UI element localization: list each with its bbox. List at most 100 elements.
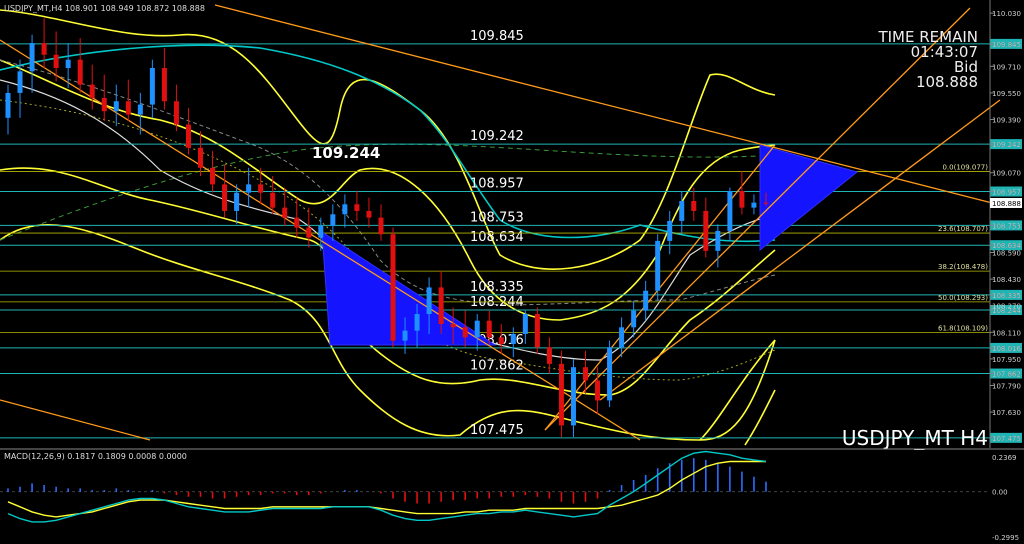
candle-body-47[interactable] <box>570 367 576 426</box>
fib-label-0: 0.0(109.077) <box>942 164 988 172</box>
candle-body-51[interactable] <box>619 327 625 348</box>
candle-body-41[interactable] <box>498 337 504 344</box>
candle-body-48[interactable] <box>583 367 588 381</box>
candle-body-20[interactable] <box>246 184 252 193</box>
candle-body-39[interactable] <box>474 320 480 338</box>
candle-body-18[interactable] <box>222 184 228 211</box>
candle-body-49[interactable] <box>595 380 601 401</box>
candle-body-6[interactable] <box>77 59 83 85</box>
candle-body-52[interactable] <box>631 310 637 328</box>
candle-body-30[interactable] <box>366 210 372 218</box>
candle-body-5[interactable] <box>65 59 71 68</box>
candle-body-43[interactable] <box>522 314 528 334</box>
price-tick-label-2: 109.710 <box>992 63 1021 71</box>
candle-body-22[interactable] <box>270 192 276 208</box>
fib-label-4: 61.8(108.109) <box>938 324 988 332</box>
candle-body-16[interactable] <box>198 147 203 168</box>
candle-body-54[interactable] <box>655 240 661 291</box>
candle-body-19[interactable] <box>234 192 240 211</box>
candle-body-40[interactable] <box>486 320 492 338</box>
candle-body-23[interactable] <box>282 207 288 218</box>
candle-body-36[interactable] <box>438 287 444 324</box>
price-tick-label-20: 107.790 <box>992 382 1021 390</box>
level-label-9: 107.475 <box>470 423 524 438</box>
price-tick-label-11: 108.634 <box>992 242 1021 250</box>
candle-body-55[interactable] <box>667 220 673 241</box>
candle-body-14[interactable] <box>173 101 179 125</box>
candle-body-21[interactable] <box>258 184 264 193</box>
candle-body-63[interactable] <box>763 202 769 204</box>
level-label-5: 108.335 <box>470 280 524 295</box>
candle-body-7[interactable] <box>89 84 95 98</box>
candle-body-46[interactable] <box>558 363 564 426</box>
candle-body-27[interactable] <box>330 214 336 226</box>
candle-body-58[interactable] <box>703 210 709 251</box>
candle-body-61[interactable] <box>739 191 745 208</box>
candle-body-26[interactable] <box>318 225 324 238</box>
candle-body-13[interactable] <box>161 67 167 102</box>
level-label-0: 109.845 <box>470 29 524 44</box>
candle-body-17[interactable] <box>210 167 216 185</box>
level-label-1: 109.242 <box>470 129 524 144</box>
candle-body-15[interactable] <box>185 124 191 148</box>
candle-body-12[interactable] <box>149 67 155 105</box>
candle-body-50[interactable] <box>607 347 613 401</box>
candle-body-38[interactable] <box>462 327 468 338</box>
level-label-2: 108.957 <box>470 177 524 192</box>
candle-body-10[interactable] <box>125 101 131 115</box>
candle-body-33[interactable] <box>402 330 408 341</box>
candle-body-57[interactable] <box>691 200 697 211</box>
price-tick-label-7: 108.957 <box>992 189 1021 197</box>
candle-body-60[interactable] <box>727 191 733 231</box>
price-tick-label-21: 107.630 <box>992 409 1021 417</box>
symbol-header: USDJPY_MT,H4 108.901 108.949 108.872 108… <box>4 4 205 13</box>
candle-body-56[interactable] <box>679 200 685 221</box>
fib-label-3: 50.0(108.293) <box>938 294 988 302</box>
candle-body-2[interactable] <box>29 43 35 72</box>
candle-body-3[interactable] <box>41 43 47 55</box>
macd-label: MACD(12,26,9) 0.1817 0.1809 0.0008 0.000… <box>4 452 187 461</box>
price-tick-label-16: 108.110 <box>992 329 1021 337</box>
candle-body-28[interactable] <box>342 204 348 215</box>
candle-body-0[interactable] <box>5 92 11 118</box>
candle-body-25[interactable] <box>306 227 312 238</box>
price-tick-label-13: 108.335 <box>992 292 1021 300</box>
candle-body-8[interactable] <box>101 97 107 112</box>
chart-watermark: USDJPY_MT H4 <box>842 426 988 450</box>
candle-body-1[interactable] <box>17 71 23 93</box>
price-tick-label-0: 110.030 <box>992 10 1021 18</box>
level-label-8: 107.862 <box>470 359 524 374</box>
candle-body-35[interactable] <box>426 287 432 315</box>
price-tick-label-22: 107.475 <box>992 435 1021 443</box>
candle-body-24[interactable] <box>294 217 300 228</box>
candle-body-42[interactable] <box>510 333 516 344</box>
macd-tick-label-1: 0.00 <box>992 489 1008 497</box>
candle-body-31[interactable] <box>378 217 384 235</box>
price-tick-label-5: 109.242 <box>992 141 1021 149</box>
candle-body-62[interactable] <box>751 202 757 208</box>
level-label-3: 108.753 <box>470 210 524 225</box>
price-chart[interactable]: 109.845 109.845 109.242 109.242 108.957 108.9… <box>0 0 1024 544</box>
candle-body-37[interactable] <box>450 323 456 328</box>
price-tick-label-17: 108.016 <box>992 345 1021 353</box>
candle-body-32[interactable] <box>390 234 396 341</box>
current-price-tag-text: 108.888 <box>992 200 1021 208</box>
price-tick-label-10: 108.590 <box>992 250 1021 258</box>
candle-body-59[interactable] <box>715 230 721 251</box>
price-tick-label-15: 108.244 <box>992 307 1021 315</box>
candle-body-4[interactable] <box>53 54 59 68</box>
candle-body-45[interactable] <box>546 347 552 364</box>
candle-body-34[interactable] <box>414 314 420 331</box>
bid-value: 108.888 <box>916 73 978 91</box>
candle-body-11[interactable] <box>137 104 143 115</box>
level-label-4: 108.634 <box>470 230 524 245</box>
price-tick-label-12: 108.430 <box>992 276 1021 284</box>
candle-body-44[interactable] <box>534 314 540 348</box>
fib-label-2: 38.2(108.478) <box>938 263 988 271</box>
candle-body-9[interactable] <box>113 101 119 112</box>
level-label-6: 108.244 <box>470 295 524 310</box>
price-tick-label-4: 109.390 <box>992 117 1021 125</box>
candle-body-29[interactable] <box>354 204 360 211</box>
marked-high-label: 109.244 <box>312 144 380 162</box>
candle-body-53[interactable] <box>643 290 649 311</box>
